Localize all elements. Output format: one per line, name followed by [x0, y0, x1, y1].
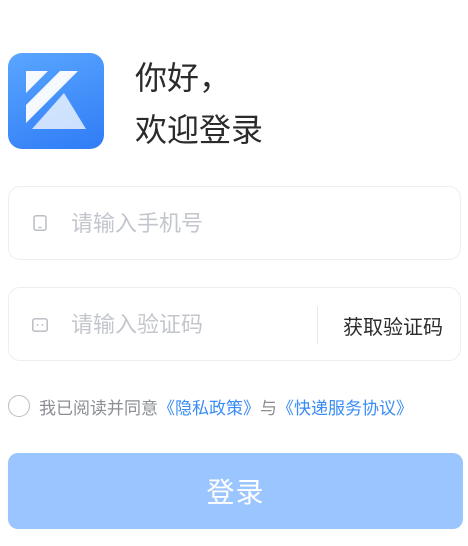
login-page: 你好， 欢迎登录 获取验证码 我已阅读并同意 《隐私政策》 与 《快递服务协议》… — [0, 0, 468, 546]
phone-field — [8, 186, 461, 260]
agreement-row: 我已阅读并同意 《隐私政策》 与 《快递服务协议》 — [8, 393, 413, 419]
greeting-line-2: 欢迎登录 — [135, 111, 264, 149]
agreement-prefix: 我已阅读并同意 — [39, 398, 158, 419]
message-code-icon — [32, 318, 48, 332]
service-agreement-link[interactable]: 《快递服务协议》 — [277, 394, 413, 419]
code-field: 获取验证码 — [8, 287, 461, 361]
greeting-title: 你好， 欢迎登录 — [135, 52, 263, 156]
phone-input[interactable] — [71, 201, 441, 247]
verification-code-input[interactable] — [71, 302, 311, 348]
agreement-joiner: 与 — [260, 398, 277, 419]
agreement-checkbox[interactable] — [8, 395, 30, 417]
k-logo-icon — [8, 53, 104, 149]
get-code-button[interactable]: 获取验证码 — [331, 302, 455, 348]
privacy-policy-link[interactable]: 《隐私政策》 — [158, 394, 260, 419]
greeting-line-1: 你好， — [135, 59, 232, 97]
login-button[interactable]: 登录 — [8, 453, 463, 529]
field-divider — [317, 306, 318, 344]
phone-icon — [33, 215, 47, 231]
